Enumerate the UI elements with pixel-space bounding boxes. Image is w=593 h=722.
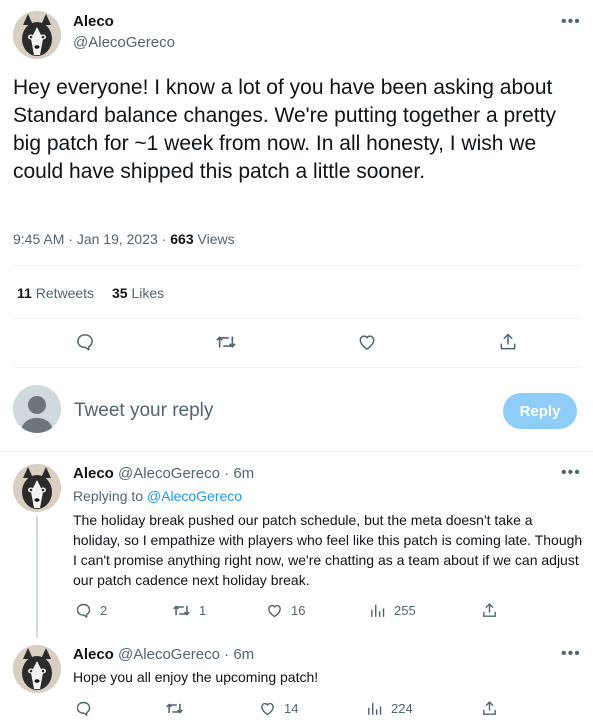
- reply-icon: [77, 334, 93, 351]
- husky-avatar-icon: [13, 464, 61, 512]
- reply-action-views[interactable]: 255: [369, 602, 416, 619]
- replying-to-label: Replying to: [73, 488, 144, 504]
- more-icon[interactable]: •••: [561, 14, 581, 30]
- thread-line: [36, 516, 38, 638]
- views-icon: [371, 604, 385, 617]
- reply-input[interactable]: Tweet your reply: [74, 400, 213, 422]
- like-icon: [268, 604, 281, 618]
- reply-submit-button[interactable]: Reply: [503, 393, 577, 429]
- reply-text: Hope you all enjoy the upcoming patch!: [73, 669, 319, 685]
- tweet-text: Hey everyone! I know a lot of you have b…: [13, 76, 556, 183]
- reply-icon: [76, 701, 91, 716]
- tweet-time[interactable]: 9:45 AM: [13, 231, 64, 247]
- divider: [13, 318, 580, 319]
- like-count: 16: [291, 603, 306, 618]
- likes-count: 35: [112, 285, 128, 301]
- share-icon: [483, 701, 496, 715]
- views-count: 663: [170, 231, 194, 247]
- avatar-placeholder-icon: [13, 385, 61, 433]
- more-icon[interactable]: •••: [561, 646, 581, 662]
- reply-action-retweet[interactable]: [165, 700, 192, 717]
- like-icon: [359, 335, 375, 350]
- tweet-meta: 9:45 AM · Jan 19, 2023 · 663 Views: [13, 231, 235, 247]
- replying-to: Replying to @AlecoGereco: [73, 488, 242, 504]
- reply-author-avatar[interactable]: [13, 464, 61, 512]
- reply-author-handle[interactable]: @AlecoGereco: [118, 646, 220, 663]
- share-icon: [483, 603, 496, 617]
- meta-separator: ·: [224, 646, 230, 663]
- reply-count: 2: [100, 603, 108, 618]
- reply-header: Aleco @AlecoGereco · 6m: [73, 465, 254, 482]
- retweets-stat[interactable]: 11 Retweets: [17, 285, 94, 301]
- reply-time[interactable]: 6m: [233, 646, 254, 663]
- reply-action-like[interactable]: 16: [266, 602, 305, 619]
- share-icon: [500, 333, 516, 350]
- like-button[interactable]: [356, 331, 378, 353]
- divider: [13, 265, 580, 266]
- views-count: 255: [394, 603, 416, 618]
- author-avatar[interactable]: [13, 11, 61, 59]
- views-count: 224: [391, 701, 413, 716]
- meta-separator: ·: [68, 231, 73, 247]
- divider: [13, 367, 580, 368]
- retweets-label: Retweets: [35, 285, 95, 301]
- reply-author-name[interactable]: Aleco: [73, 465, 114, 482]
- husky-avatar-icon: [13, 11, 61, 59]
- reply-action-share[interactable]: [481, 700, 498, 717]
- author-handle[interactable]: @AlecoGereco: [73, 34, 175, 51]
- reply-author-name[interactable]: Aleco: [73, 646, 114, 663]
- reply-header: Aleco @AlecoGereco · 6m: [73, 646, 254, 663]
- like-count: 14: [284, 701, 299, 716]
- author-name[interactable]: Aleco: [73, 13, 114, 30]
- likes-label: Likes: [131, 285, 165, 301]
- reply-icon: [76, 603, 91, 618]
- meta-separator: ·: [161, 231, 167, 247]
- retweets-count: 11: [17, 285, 32, 301]
- retweet-button[interactable]: [215, 331, 237, 353]
- divider: [0, 451, 593, 452]
- reply-author-handle[interactable]: @AlecoGereco: [118, 465, 220, 482]
- retweet-icon: [173, 605, 190, 616]
- replying-to-handle[interactable]: @AlecoGereco: [147, 488, 242, 504]
- more-icon[interactable]: •••: [561, 465, 581, 481]
- retweet-icon: [166, 703, 183, 714]
- share-button[interactable]: [497, 331, 519, 353]
- reply-button[interactable]: [74, 331, 96, 353]
- retweet-count: 1: [199, 603, 207, 618]
- reply-author-avatar[interactable]: [13, 645, 61, 693]
- reply-action-reply[interactable]: [75, 700, 100, 717]
- meta-separator: ·: [224, 465, 230, 482]
- reply-action-retweet[interactable]: 1: [172, 602, 206, 619]
- views-label: Views: [197, 231, 235, 247]
- retweet-icon: [216, 336, 236, 348]
- reply-time[interactable]: 6m: [233, 465, 254, 482]
- tweet-date[interactable]: Jan 19, 2023: [77, 231, 158, 247]
- reply-action-share[interactable]: [481, 602, 498, 619]
- reply-action-like[interactable]: 14: [259, 700, 298, 717]
- reply-text: The holiday break pushed our patch sched…: [73, 512, 583, 588]
- reply-action-reply[interactable]: 2: [75, 602, 107, 619]
- user-avatar[interactable]: [13, 385, 61, 433]
- reply-action-views[interactable]: 224: [366, 700, 413, 717]
- husky-avatar-icon: [13, 645, 61, 693]
- likes-stat[interactable]: 35 Likes: [112, 285, 164, 301]
- views-icon: [368, 702, 382, 715]
- like-icon: [261, 702, 274, 716]
